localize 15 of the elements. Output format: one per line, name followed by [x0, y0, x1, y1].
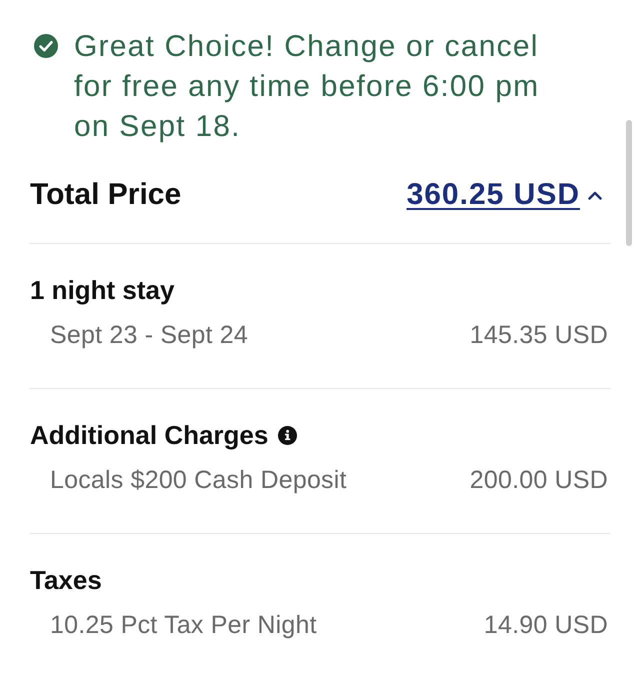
charge-label: Sept 23 - Sept 24	[50, 320, 248, 351]
info-icon[interactable]	[278, 426, 298, 444]
charge-amount: 145.35 USD	[470, 320, 608, 351]
charge-amount: 14.90 USD	[484, 610, 608, 641]
charge-amount: 200.00 USD	[470, 465, 608, 496]
total-price-label: Total Price	[30, 177, 182, 213]
free-cancellation-notice: Great Choice! Change or cancel for free any time before 6:00 pm on Sept 18.	[74, 29, 540, 145]
scrollbar-thumb[interactable]	[626, 120, 632, 246]
section-title: 1 night stay	[30, 274, 174, 306]
section-title: Taxes	[30, 564, 102, 596]
charge-label: Locals $200 Cash Deposit	[50, 465, 347, 496]
section-title: Additional Charges	[30, 419, 268, 451]
total-price-link[interactable]: 360.25 USD	[406, 177, 602, 213]
check-circle-icon	[34, 34, 58, 58]
charge-label: 10.25 Pct Tax Per Night	[50, 610, 317, 641]
